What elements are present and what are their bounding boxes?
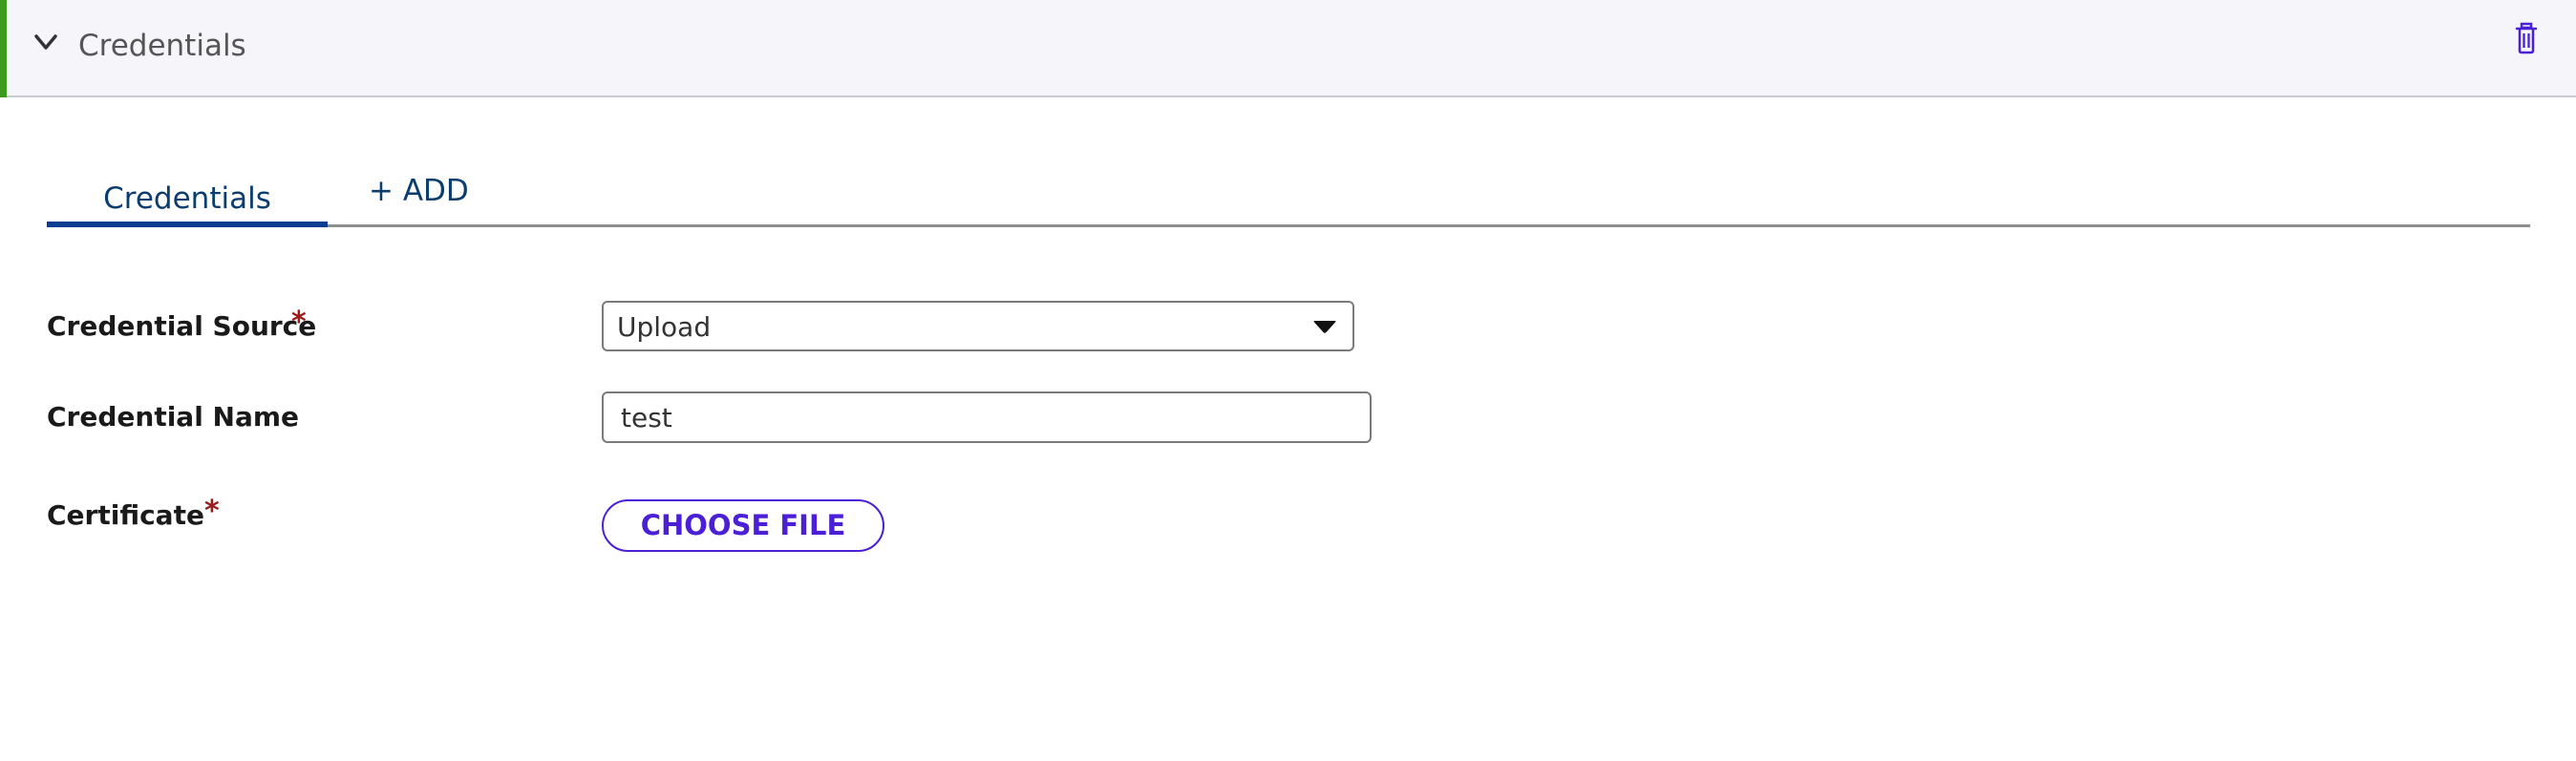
tab-credentials[interactable]: Credentials — [47, 172, 328, 227]
tabs-divider — [47, 224, 2530, 227]
credential-name-input[interactable] — [602, 391, 1372, 443]
choose-file-button[interactable]: CHOOSE FILE — [602, 499, 884, 552]
caret-down-icon — [1313, 321, 1336, 333]
credential-source-value: Upload — [617, 311, 712, 343]
section-title: Credentials — [78, 29, 246, 63]
credential-source-label: Credential Source — [47, 310, 317, 342]
trash-icon[interactable] — [2512, 19, 2550, 57]
tab-active-indicator — [47, 222, 328, 227]
credential-name-label: Credential Name — [47, 401, 300, 433]
credential-source-required-mark: * — [291, 306, 307, 339]
tab-add[interactable]: + ADD — [369, 172, 469, 210]
certificate-label: Certificate — [47, 499, 204, 531]
section-accent-bar — [0, 0, 7, 97]
credentials-section-header: Credentials — [0, 0, 2576, 97]
certificate-required-mark: * — [204, 495, 220, 528]
tab-credentials-label: Credentials — [103, 181, 271, 216]
chevron-down-icon-svg — [34, 34, 57, 50]
chevron-down-icon[interactable] — [31, 25, 69, 63]
credential-source-select[interactable]: Upload — [602, 301, 1354, 351]
trash-icon-svg — [2515, 22, 2538, 54]
credentials-page: Credentials Credentials + ADD Credential… — [0, 0, 2576, 761]
